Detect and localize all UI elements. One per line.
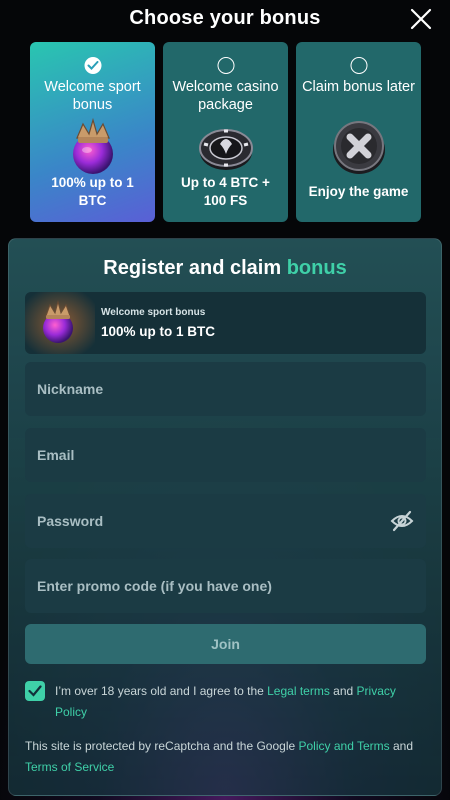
radio-checked-icon — [84, 57, 101, 74]
terms-text: I’m over 18 years old and I agree to the — [55, 684, 268, 698]
checkmark-icon — [28, 685, 42, 697]
password-input[interactable] — [25, 494, 426, 548]
bonus-card-casino[interactable]: Welcome casino package Up to 4 BTC + 100… — [163, 42, 288, 222]
x-coin-icon — [332, 121, 385, 174]
bonus-card-title: Welcome sport bonus — [44, 79, 141, 113]
bonus-card-subtitle: 100% up to 1 BTC — [51, 175, 134, 208]
radio-unchecked-icon — [217, 57, 234, 74]
bonus-card-subtitle: Enjoy the game — [308, 184, 409, 199]
age-consent-checkbox[interactable] — [25, 681, 45, 701]
register-title: Register and claim bonus — [9, 257, 441, 280]
selected-bonus-label: Welcome sport bonus — [101, 307, 206, 318]
promo-code-field[interactable] — [25, 559, 426, 613]
bonus-card-subtitle: Up to 4 BTC + 100 FS — [181, 175, 270, 208]
bonus-card-later[interactable]: Claim bonus later Enjoy the game — [296, 42, 421, 222]
nickname-input[interactable] — [25, 362, 426, 416]
register-title-text: Register and claim — [103, 257, 282, 279]
trophy-ball-icon — [72, 117, 113, 174]
recaptcha-text: This site is protected by reCaptcha and … — [25, 739, 299, 753]
age-consent-text: I’m over 18 years old and I agree to the… — [55, 681, 427, 723]
register-panel: Register and claim bonus Welcome sport b… — [8, 238, 442, 796]
bonus-card-title: Claim bonus later — [302, 79, 415, 95]
modal-header: Choose your bonus — [0, 0, 450, 38]
bonus-options: Welcome sport bonus 100% up to 1 BTC Wel… — [30, 42, 421, 222]
recaptcha-notice: This site is protected by reCaptcha and … — [25, 736, 425, 778]
terms-text: and — [329, 684, 357, 698]
email-input[interactable] — [25, 428, 426, 482]
modal-title: Choose your bonus — [129, 7, 321, 29]
close-button[interactable] — [410, 8, 432, 30]
selected-bonus-value: 100% up to 1 BTC — [101, 324, 216, 339]
google-policy-link[interactable]: Policy and Terms — [299, 739, 390, 753]
promo-code-input[interactable] — [25, 559, 426, 613]
radio-unchecked-icon — [350, 57, 367, 74]
register-title-accent: bonus — [286, 257, 347, 279]
recaptcha-text: and — [389, 739, 414, 753]
legal-terms-link[interactable]: Legal terms — [267, 684, 330, 698]
password-field[interactable] — [25, 494, 426, 548]
casino-chip-icon — [198, 129, 253, 170]
toggle-password-visibility-button[interactable] — [390, 510, 414, 532]
selected-bonus-banner: Welcome sport bonus 100% up to 1 BTC — [25, 292, 426, 354]
bonus-card-title: Welcome casino package — [172, 79, 279, 113]
trophy-ball-icon — [25, 292, 95, 354]
nickname-field[interactable] — [25, 362, 426, 416]
terms-of-service-link[interactable]: Terms of Service — [25, 760, 114, 774]
eye-off-icon — [390, 510, 414, 532]
bonus-card-sport[interactable]: Welcome sport bonus 100% up to 1 BTC — [30, 42, 155, 222]
email-field[interactable] — [25, 428, 426, 482]
join-button[interactable]: Join — [25, 624, 426, 664]
close-icon — [410, 8, 432, 30]
